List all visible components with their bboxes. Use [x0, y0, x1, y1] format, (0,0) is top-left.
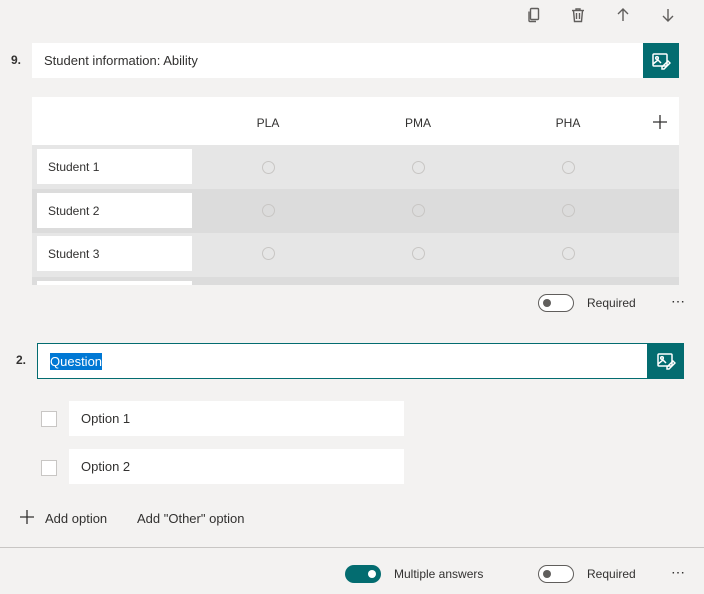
- add-option-label: Add option: [45, 511, 108, 526]
- plus-icon: [20, 510, 34, 524]
- move-up-button[interactable]: [612, 4, 634, 26]
- column-label-pma: PMA: [404, 116, 431, 130]
- likert-row: Student 1: [32, 145, 679, 189]
- radio-button[interactable]: [412, 247, 425, 260]
- radio-button[interactable]: [262, 161, 275, 174]
- likert-header-row: PLA PMA PHA: [32, 97, 679, 145]
- copy-icon: [528, 7, 540, 23]
- option-2-input[interactable]: Option 2: [69, 449, 404, 484]
- likert-grid: PLA PMA PHA Student 1 Student 2 Student …: [32, 97, 679, 285]
- question-9-more-options-button[interactable]: ⋯: [671, 293, 686, 310]
- question-9-title-input[interactable]: Student information: Ability: [32, 43, 643, 78]
- radio-button[interactable]: [262, 204, 275, 217]
- move-up-icon: [617, 8, 629, 21]
- option-1-input[interactable]: Option 1: [69, 401, 404, 436]
- question-2-title-input[interactable]: Question: [37, 343, 648, 379]
- question-2-required-toggle[interactable]: [538, 565, 574, 583]
- radio-button[interactable]: [262, 247, 275, 260]
- likert-row: Student 2: [32, 189, 679, 233]
- radio-button[interactable]: [412, 161, 425, 174]
- question-2-number: 2.: [16, 353, 27, 367]
- more-options-icon: ⋯: [671, 293, 686, 309]
- move-down-button[interactable]: [657, 4, 679, 26]
- multiple-answers-label: Multiple answers: [394, 567, 484, 581]
- option-2-checkbox[interactable]: [41, 460, 57, 476]
- column-label-pha: PHA: [555, 116, 581, 130]
- question-9-insert-image-button[interactable]: [643, 43, 679, 78]
- radio-button[interactable]: [562, 247, 575, 260]
- question-9-required-toggle[interactable]: [538, 294, 574, 312]
- footer-divider: [0, 547, 704, 548]
- question-2-title-text: Question: [50, 352, 103, 370]
- insert-image-icon: [657, 353, 676, 370]
- delete-icon: [572, 8, 584, 23]
- column-label-pla: PLA: [256, 116, 280, 130]
- add-other-option-button[interactable]: Add "Other" option: [137, 511, 245, 526]
- radio-button[interactable]: [412, 204, 425, 217]
- option-1-checkbox[interactable]: [41, 411, 57, 427]
- row-label-input[interactable]: Student 1: [37, 149, 192, 184]
- multiple-answers-toggle[interactable]: [345, 565, 381, 583]
- plus-icon: [653, 115, 667, 129]
- insert-image-icon: [652, 52, 671, 70]
- question-2-insert-image-button[interactable]: [648, 343, 684, 379]
- question-9-required-label: Required: [587, 296, 636, 310]
- move-down-icon: [662, 9, 674, 22]
- copy-question-button[interactable]: [523, 4, 545, 26]
- radio-button[interactable]: [562, 204, 575, 217]
- more-options-icon: ⋯: [671, 564, 686, 580]
- likert-row-partial: [32, 277, 679, 285]
- radio-button[interactable]: [562, 161, 575, 174]
- section-divider: [0, 325, 704, 326]
- question-2-more-options-button[interactable]: ⋯: [671, 564, 686, 581]
- likert-row: Student 3: [32, 233, 679, 277]
- add-column-button[interactable]: [650, 112, 670, 132]
- question-2-required-label: Required: [587, 567, 636, 581]
- row-label-input-partial[interactable]: [37, 281, 192, 285]
- delete-question-button[interactable]: [567, 4, 589, 26]
- question-9-number: 9.: [11, 53, 22, 67]
- row-label-input[interactable]: Student 3: [37, 236, 192, 271]
- row-label-input[interactable]: Student 2: [37, 193, 192, 228]
